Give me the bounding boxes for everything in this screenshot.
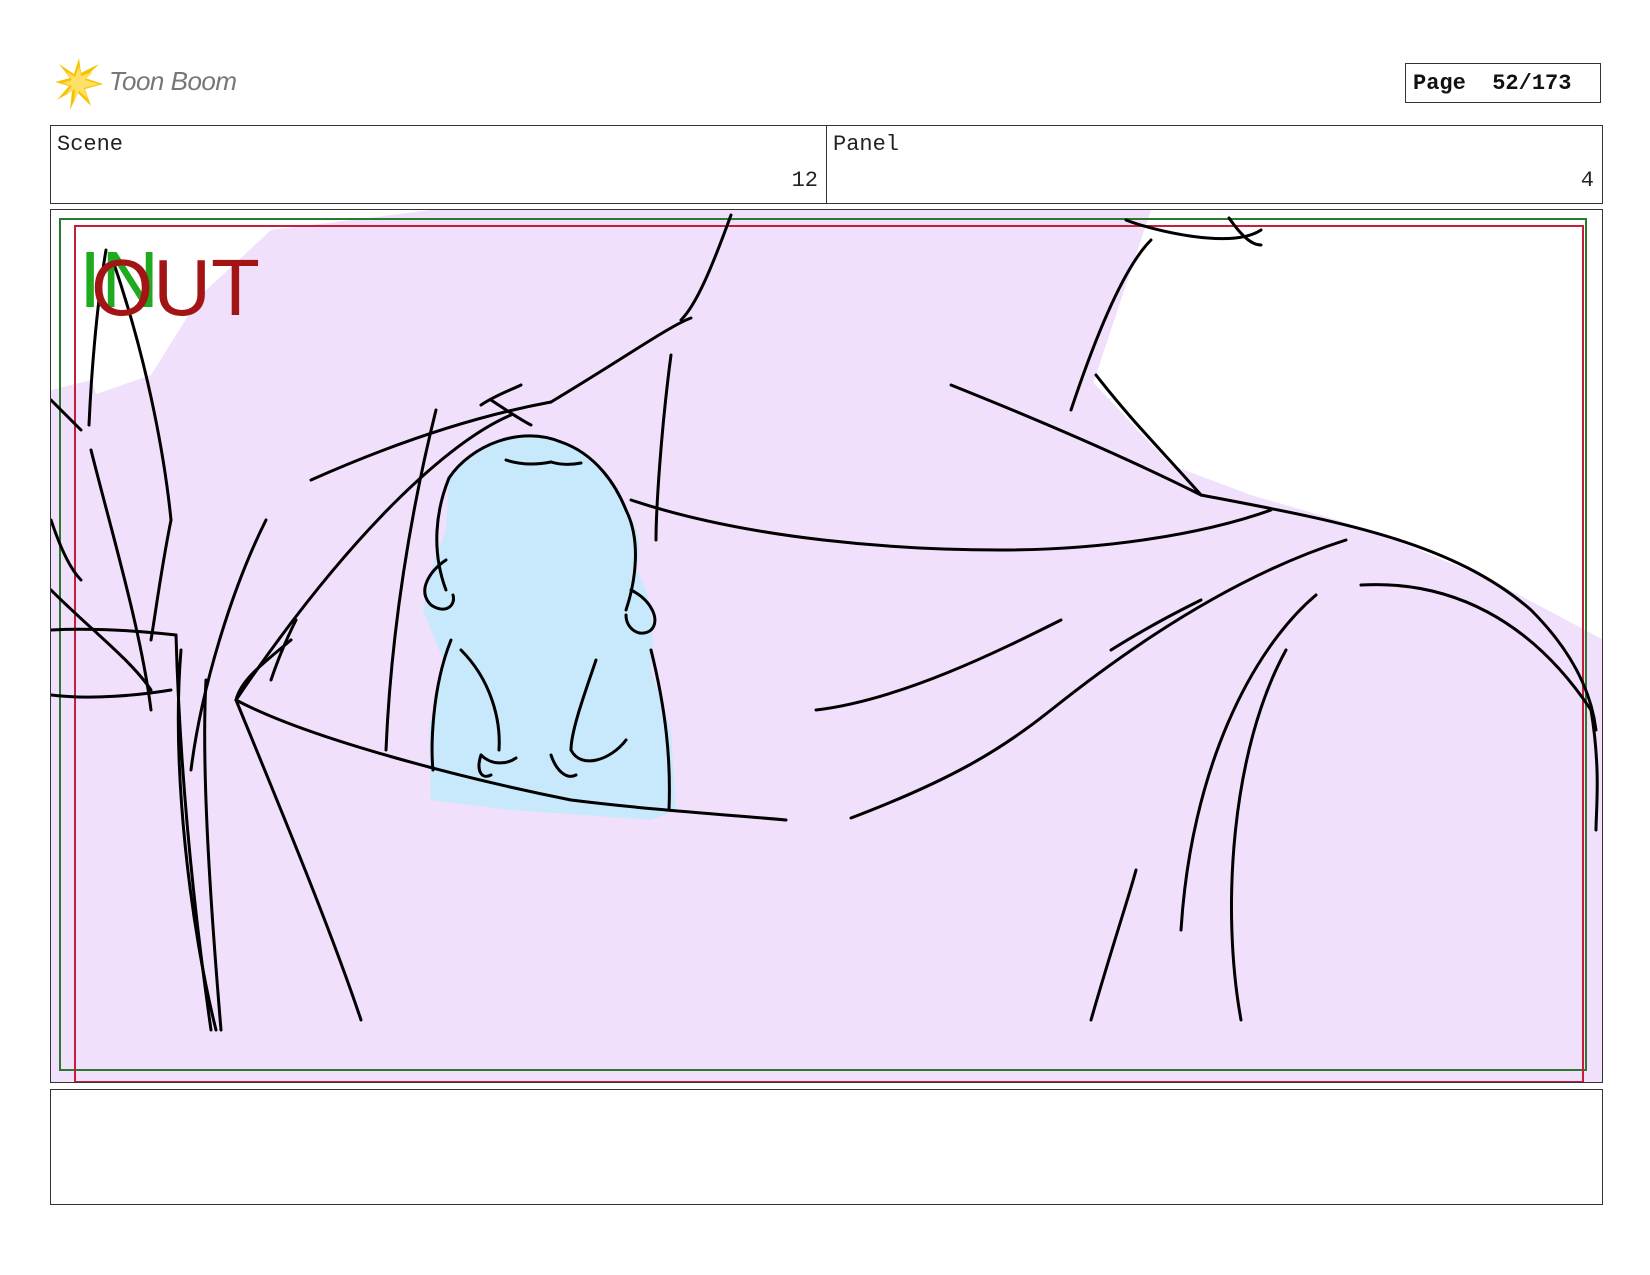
out-label: OUT <box>91 243 260 332</box>
panel-cell: Panel 4 <box>826 126 1602 203</box>
scene-panel-header: Scene 12 Panel 4 <box>50 125 1603 204</box>
page-indicator: Page 52/173 <box>1405 63 1601 103</box>
toon-boom-logo: Toon Boom <box>55 58 265 112</box>
scene-label: Scene <box>57 132 124 157</box>
storyboard-drawing <box>51 210 1602 1082</box>
scene-cell: Scene 12 <box>51 126 826 203</box>
storyboard-frame: IN OUT <box>50 209 1603 1083</box>
panel-label: Panel <box>833 132 900 157</box>
scene-number: 12 <box>791 168 818 193</box>
notes-box[interactable] <box>50 1089 1603 1205</box>
brand-name: Toon Boom <box>109 66 237 96</box>
panel-number: 4 <box>1580 168 1594 193</box>
star-burst-icon <box>55 58 103 110</box>
